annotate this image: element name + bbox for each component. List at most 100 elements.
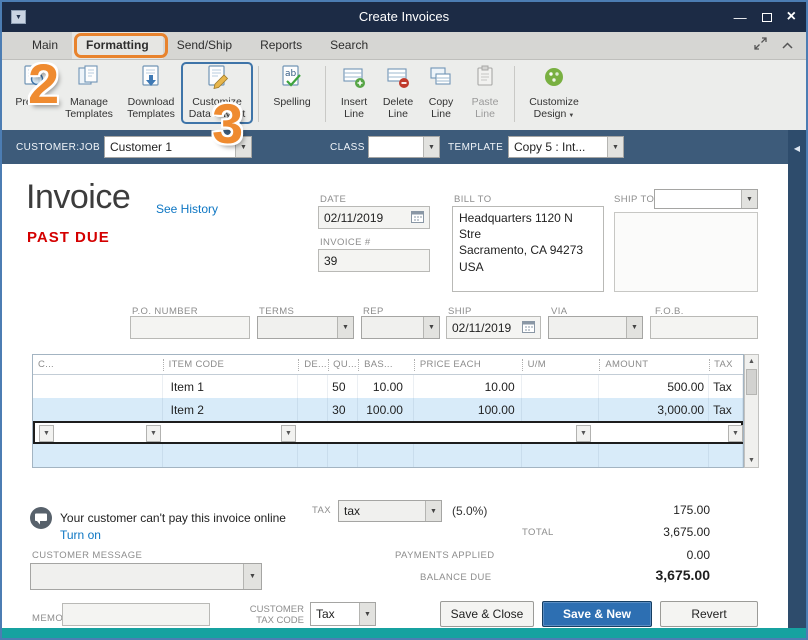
terms-dropdown[interactable]: ▼	[257, 316, 354, 339]
history-panel-strip[interactable]: ◀	[788, 130, 806, 628]
customer-job-value: Customer 1	[110, 140, 173, 154]
date-field[interactable]: 02/11/2019	[318, 206, 430, 229]
caret-down-icon: ▼	[235, 137, 251, 157]
header-cell[interactable]: U/M	[521, 358, 600, 371]
customer-job-label: CUSTOMER:JOB	[16, 142, 101, 153]
spelling-label: Spelling	[273, 96, 311, 108]
customize-design-button[interactable]: Customize Design ▼	[521, 64, 587, 120]
manage-templates-button[interactable]: Manage Templates	[58, 64, 120, 120]
payments-applied-value: 0.00	[686, 548, 710, 562]
customer-message-label: CUSTOMER MESSAGE	[32, 550, 143, 561]
po-number-field[interactable]	[130, 316, 250, 339]
header-cell[interactable]: C...	[33, 359, 163, 371]
copy-line-icon	[428, 64, 454, 95]
copy-line-button[interactable]: Copy Line	[420, 64, 462, 120]
header-cell[interactable]: AMOUNT	[599, 358, 709, 371]
memo-field[interactable]	[62, 603, 210, 626]
scroll-down-icon[interactable]: ▼	[745, 454, 758, 467]
tab-reports[interactable]: Reports	[246, 32, 316, 59]
cell-dropdown-icon[interactable]: ▼	[728, 425, 743, 442]
online-payment-icon[interactable]	[30, 507, 52, 534]
payments-applied-label: PAYMENTS APPLIED	[395, 550, 495, 561]
download-templates-button[interactable]: Download Templates	[120, 64, 182, 120]
tab-formatting[interactable]: Formatting	[72, 32, 163, 59]
turn-on-link[interactable]: Turn on	[60, 528, 101, 542]
customer-tax-code-dropdown[interactable]: Tax ▼	[310, 602, 376, 626]
amount-cell: 500.00	[599, 375, 710, 398]
items-table-header: C... ITEM CODE DE... QU... BAS... PRICE …	[33, 355, 743, 375]
fob-field[interactable]	[650, 316, 758, 339]
via-dropdown[interactable]: ▼	[548, 316, 643, 339]
revert-button[interactable]: Revert	[660, 601, 758, 627]
template-dropdown[interactable]: Copy 5 : Int... ▼	[508, 136, 624, 158]
tab-send-ship[interactable]: Send/Ship	[163, 32, 246, 59]
caret-down-icon: ▼	[425, 501, 441, 521]
delete-line-icon	[385, 64, 411, 95]
tab-main[interactable]: Main	[18, 32, 72, 59]
calendar-icon[interactable]	[522, 320, 535, 336]
table-scrollbar[interactable]: ▲ ▼	[744, 354, 759, 468]
tab-search[interactable]: Search	[316, 32, 382, 59]
customer-job-dropdown[interactable]: Customer 1 ▼	[104, 136, 252, 158]
insert-line-button[interactable]: Insert Line	[332, 64, 376, 120]
caret-down-icon: ▼	[423, 317, 439, 338]
cell-dropdown-icon[interactable]: ▼	[281, 425, 296, 442]
customize-data-layout-icon	[204, 64, 230, 95]
customer-message-dropdown[interactable]: ▼	[30, 563, 262, 590]
ship-date-field[interactable]: 02/11/2019	[446, 316, 541, 339]
window-menu-icon[interactable]: ▼	[11, 10, 26, 24]
toolbar-separator	[514, 66, 515, 122]
customize-data-layout-label: Customize Data Layout	[188, 96, 246, 121]
total-value: 3,675.00	[663, 525, 710, 539]
minimize-button[interactable]: —	[734, 10, 747, 25]
rep-dropdown[interactable]: ▼	[361, 316, 440, 339]
ship-to-address-box[interactable]	[614, 212, 758, 292]
scroll-thumb[interactable]	[746, 369, 757, 395]
table-row[interactable]	[33, 444, 743, 467]
caret-down-icon: ▼	[359, 603, 375, 625]
customize-data-layout-button[interactable]: Customize Data Layout	[182, 64, 252, 120]
price-each-cell: 10.00	[414, 375, 522, 398]
header-cell[interactable]: ITEM CODE	[162, 358, 299, 371]
tax-value: tax	[344, 504, 361, 518]
invoice-number-field[interactable]: 39	[318, 249, 430, 272]
cell-dropdown-icon[interactable]: ▼	[576, 425, 591, 442]
class-label: CLASS	[330, 142, 365, 153]
tax-amount: 175.00	[673, 503, 710, 517]
tax-dropdown[interactable]: tax ▼	[338, 500, 442, 522]
save-close-button[interactable]: Save & Close	[440, 601, 534, 627]
toolbar-separator	[258, 66, 259, 122]
bill-to-line1: Headquarters 1120 N Stre	[459, 211, 573, 242]
manage-templates-icon	[76, 64, 102, 95]
preview-label: Preview	[15, 96, 53, 108]
preview-button[interactable]: Preview	[10, 64, 58, 108]
ship-to-dropdown[interactable]: ▼	[654, 189, 758, 209]
table-row[interactable]: Item 2 30 100.00 100.00 3,000.00 Tax	[33, 398, 743, 421]
table-row[interactable]: Item 1 50 10.00 10.00 500.00 Tax	[33, 375, 743, 398]
see-history-link[interactable]: See History	[156, 202, 218, 216]
delete-line-button[interactable]: Delete Line	[376, 64, 420, 120]
maximize-button[interactable]	[761, 12, 772, 22]
calendar-icon[interactable]	[411, 210, 424, 226]
header-cell[interactable]: BAS...	[358, 358, 414, 371]
header-cell[interactable]: TAX	[709, 358, 743, 371]
close-button[interactable]: ×	[787, 8, 796, 26]
collapse-ribbon-icon[interactable]	[781, 37, 794, 55]
bill-to-box[interactable]: Headquarters 1120 N Stre Sacramento, CA …	[452, 206, 604, 292]
header-cell[interactable]: PRICE EACH	[413, 358, 522, 371]
bill-to-label: BILL TO	[454, 194, 492, 205]
cell-dropdown-icon[interactable]: ▼	[39, 425, 54, 442]
scroll-up-icon[interactable]: ▲	[745, 355, 758, 368]
invoice-number-label: INVOICE #	[320, 237, 371, 248]
class-dropdown[interactable]: ▼	[368, 136, 440, 158]
header-cell[interactable]: QU...	[328, 358, 358, 371]
spelling-button[interactable]: ab Spelling	[265, 64, 319, 108]
template-value: Copy 5 : Int...	[514, 140, 586, 154]
expand-window-icon[interactable]	[754, 37, 767, 55]
quantity-cell: 50	[328, 375, 359, 398]
cell-dropdown-icon[interactable]: ▼	[146, 425, 161, 442]
selected-empty-row[interactable]: ▼ ▼ ▼ ▼ ▼	[33, 421, 743, 444]
header-cell[interactable]: DE...	[298, 358, 328, 371]
insert-line-label: Insert Line	[340, 96, 368, 121]
save-new-button[interactable]: Save & New	[542, 601, 652, 627]
